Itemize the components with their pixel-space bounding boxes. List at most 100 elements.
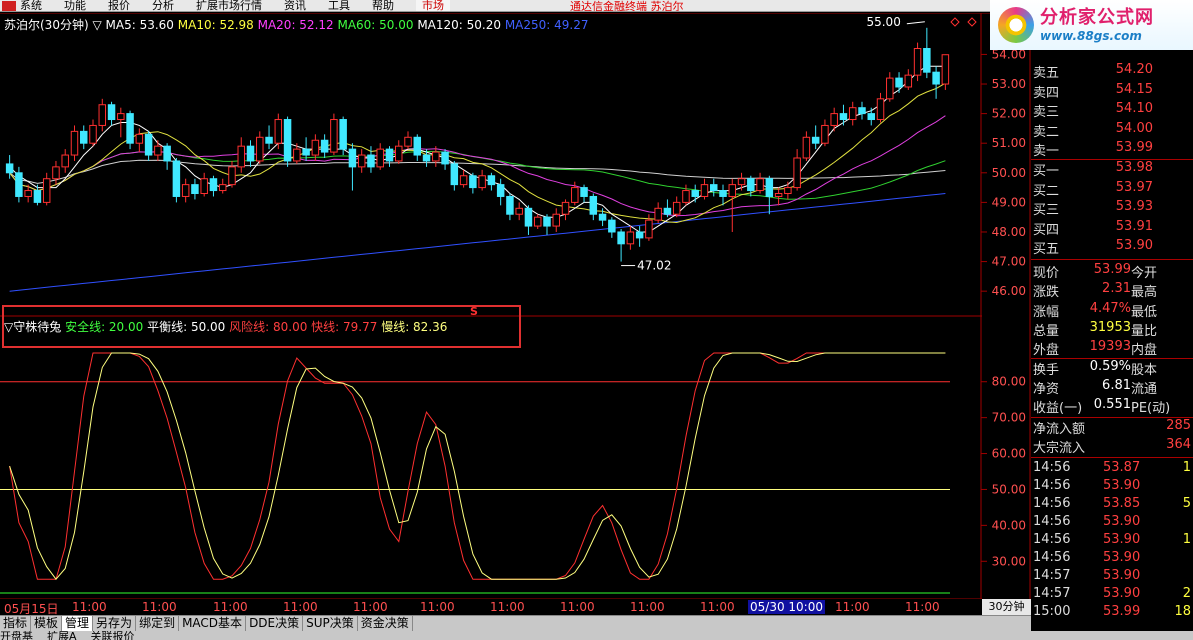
menu-analysis[interactable]: 分析 xyxy=(152,0,174,11)
quote-row: 涨幅 4.47% 最低 xyxy=(1031,301,1193,320)
candle xyxy=(42,178,51,203)
candle xyxy=(876,98,885,121)
tick-time: 14:56 xyxy=(1033,460,1071,476)
toolbar-tab-7[interactable]: SUP决策 xyxy=(303,616,358,631)
toolbar-tab-6[interactable]: DDE决策 xyxy=(246,616,304,631)
tick-time: 15:00 xyxy=(1033,604,1071,620)
candle xyxy=(506,195,514,215)
x-axis-label: 11:00 xyxy=(490,600,525,614)
candle xyxy=(737,178,746,186)
ma-label-4: MA120: 50.20 xyxy=(417,18,505,32)
x-axis-label: 11:00 xyxy=(420,600,455,614)
order-book-label: 买一 xyxy=(1033,164,1060,179)
toolbar-tab-8[interactable]: 资金决策 xyxy=(358,616,413,631)
toolbar-tab-3[interactable]: 另存为 xyxy=(93,616,137,631)
ma-label-1: MA10: 52.98 xyxy=(177,18,258,32)
candle xyxy=(571,187,579,203)
candle xyxy=(867,113,875,121)
candle xyxy=(404,136,412,147)
high-price-label: 55.00 xyxy=(866,15,900,29)
bottom-tab-0[interactable]: 开盘基 xyxy=(0,631,33,640)
tick-row: 14:56 53.85 5 xyxy=(1031,496,1193,514)
candle xyxy=(728,184,737,197)
order-book-price: 54.15 xyxy=(1115,81,1153,97)
candle xyxy=(561,201,570,215)
tick-price: 53.99 xyxy=(1103,604,1141,620)
candle xyxy=(886,77,894,100)
y-tick-label: 51.00 xyxy=(992,136,1026,150)
candle xyxy=(756,178,764,192)
candle xyxy=(283,119,292,162)
tick-price: 53.90 xyxy=(1103,532,1141,548)
menu-system[interactable]: 系统 xyxy=(20,0,42,11)
quote-row: 换手 0.59% 股本 xyxy=(1031,359,1193,378)
menu-quote[interactable]: 报价 xyxy=(108,0,130,11)
candle xyxy=(784,187,792,195)
quote-value: 53.99 xyxy=(1093,262,1131,277)
low-price-label: 47.02 xyxy=(637,259,671,273)
candle xyxy=(98,104,107,126)
candle xyxy=(432,151,440,162)
toolbar-tab-2[interactable]: 管理 xyxy=(62,616,94,631)
toolbar-tab-0[interactable]: 指标 xyxy=(0,616,32,631)
candle xyxy=(367,154,375,168)
candle xyxy=(357,154,366,168)
toolbar-tab-1[interactable]: 模板 xyxy=(31,616,63,631)
order-book-price: 53.90 xyxy=(1115,238,1153,254)
y-tick-label: 52.00 xyxy=(992,107,1026,121)
order-book-row: 卖二 54.00 xyxy=(1031,121,1193,140)
order-book-row: 买一 53.98 xyxy=(1031,160,1193,179)
candle xyxy=(821,124,829,144)
menu-info[interactable]: 资讯 xyxy=(284,0,306,11)
divider xyxy=(1031,457,1193,459)
quote-row: 现价 53.99 今开 xyxy=(1031,262,1193,281)
candle xyxy=(80,130,88,144)
candle xyxy=(441,151,449,165)
candle xyxy=(330,119,338,153)
menu-tools[interactable]: 工具 xyxy=(328,0,350,11)
stock-title: 苏泊尔(30分钟) ▽ xyxy=(4,18,102,32)
candle xyxy=(228,166,236,186)
order-book-row: 买二 53.97 xyxy=(1031,180,1193,199)
quote-value: 4.47% xyxy=(1089,300,1131,316)
candle xyxy=(256,136,264,162)
candle xyxy=(24,190,32,197)
indicator-y-tick-label: 50.00 xyxy=(992,482,1026,496)
menu-function[interactable]: 功能 xyxy=(64,0,86,11)
x-axis-label: 11:00 xyxy=(835,600,870,614)
tick-time: 14:56 xyxy=(1033,532,1071,548)
quote-label: 净资 xyxy=(1033,381,1060,397)
candle xyxy=(413,136,422,156)
tick-row: 15:00 53.99 18 xyxy=(1031,604,1193,622)
quote-label-right: 最高 xyxy=(1131,285,1158,301)
candle xyxy=(107,104,116,121)
quote-label: 涨幅 xyxy=(1033,304,1060,320)
tick-volume: 1 xyxy=(1182,460,1191,476)
tick-row: 14:56 53.90 1 xyxy=(1031,532,1193,550)
menu-help[interactable]: 帮助 xyxy=(372,0,394,11)
tick-price: 53.87 xyxy=(1103,460,1141,476)
order-book-label: 买四 xyxy=(1033,222,1060,238)
candle xyxy=(617,231,625,245)
quote-label: 收益(一) xyxy=(1033,401,1083,417)
period-selector[interactable]: 30分钟 xyxy=(982,599,1031,615)
market-button[interactable]: 市场 xyxy=(416,0,450,11)
y-tick-label: 49.00 xyxy=(992,195,1026,209)
candle xyxy=(830,113,838,126)
bottom-tab-2[interactable]: 关联报价 xyxy=(91,631,135,640)
order-book-label: 卖四 xyxy=(1033,85,1060,101)
order-book-row: 买五 53.90 xyxy=(1031,238,1193,257)
candle xyxy=(682,190,690,203)
x-axis: 05月15日 11:00 11:00 11:00 11:00 11:00 11:00 11:0… xyxy=(0,599,982,616)
candle xyxy=(635,231,644,239)
quote-label-right: 内盘 xyxy=(1131,343,1158,359)
toolbar-tab-4[interactable]: 绑定到 xyxy=(136,616,180,631)
bottom-tab-1[interactable]: 扩展A xyxy=(47,631,77,640)
menu-extended-market[interactable]: 扩展市场行情 xyxy=(196,0,262,11)
order-book-label: 卖一 xyxy=(1033,144,1060,160)
candle xyxy=(858,107,866,115)
indicator-y-tick-label: 30.00 xyxy=(992,554,1026,568)
candle xyxy=(376,148,384,168)
x-axis-label: 11:00 xyxy=(700,600,735,614)
toolbar-tab-5[interactable]: MACD基本 xyxy=(179,616,247,631)
